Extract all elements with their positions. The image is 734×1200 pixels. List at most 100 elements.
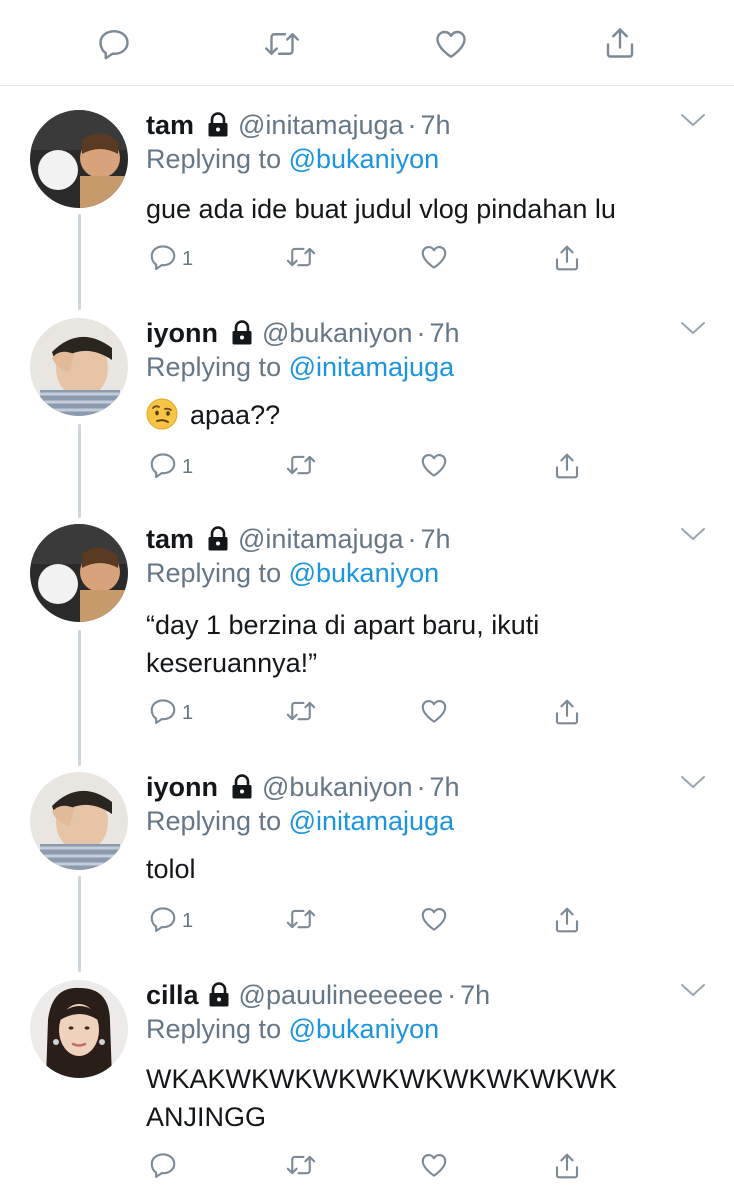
share-button[interactable] — [552, 450, 582, 487]
retweet-button[interactable] — [284, 450, 318, 485]
avatar[interactable] — [30, 772, 128, 870]
retweet-button[interactable] — [284, 696, 318, 731]
tweet-text-line: WKAKWKWKWKWKWKWKWKWKWK — [146, 1064, 617, 1094]
share-button[interactable] — [552, 904, 582, 941]
reply-count: 1 — [182, 702, 194, 724]
reply-icon — [148, 904, 178, 939]
tweet-text: gue ada ide buat judul vlog pindahan lu — [146, 190, 686, 228]
reply-tweet[interactable]: iyonn @bukaniyon · 7h Replying to @inita… — [0, 770, 734, 970]
tweet-text-line: tolol — [146, 854, 196, 884]
display-name[interactable]: iyonn — [146, 772, 218, 803]
mention-link[interactable]: @bukaniyon — [289, 558, 440, 588]
tweet-text-content: apaa?? — [190, 400, 281, 430]
reply-tweet[interactable]: iyonn @bukaniyon · 7h Replying to @inita… — [0, 316, 734, 516]
reply-tweet[interactable]: tam @initamajuga · 7h Replying to @bukan… — [0, 108, 734, 308]
reply-count: 1 — [182, 910, 194, 932]
like-button[interactable] — [418, 1150, 450, 1185]
share-button[interactable] — [552, 696, 582, 733]
replying-to: Replying to @initamajuga — [146, 806, 454, 837]
reply-button[interactable]: 1 — [148, 450, 193, 485]
replying-to: Replying to @initamajuga — [146, 352, 454, 383]
reply-count: 1 — [182, 248, 194, 270]
retweet-icon — [284, 1150, 318, 1185]
share-button[interactable] — [552, 1150, 582, 1187]
chevron-down-icon[interactable] — [680, 526, 706, 547]
reply-icon — [148, 696, 178, 731]
display-name[interactable]: tam — [146, 524, 194, 555]
share-icon — [552, 696, 582, 733]
like-button[interactable] — [418, 450, 450, 485]
like-button[interactable] — [418, 904, 450, 939]
mention-link[interactable]: @initamajuga — [289, 806, 455, 836]
user-handle[interactable]: @initamajuga — [238, 524, 404, 555]
reply-tweet[interactable]: tam @initamajuga · 7h Replying to @bukan… — [0, 522, 734, 762]
avatar[interactable] — [30, 524, 128, 622]
tweet-text-line: ANJINGG — [146, 1102, 267, 1132]
timestamp[interactable]: 7h — [430, 318, 460, 349]
reply-button[interactable]: 1 — [148, 904, 193, 939]
display-name[interactable]: tam — [146, 110, 194, 141]
retweet-button[interactable] — [284, 1150, 318, 1185]
reply-icon — [148, 1150, 178, 1185]
reply-button[interactable]: 1 — [148, 696, 193, 731]
share-icon — [552, 1150, 582, 1187]
like-icon — [418, 450, 450, 485]
user-handle[interactable]: @initamajuga — [238, 110, 404, 141]
mention-link[interactable]: @bukaniyon — [289, 144, 440, 174]
lock-icon — [230, 320, 254, 346]
timestamp[interactable]: 7h — [430, 772, 460, 803]
timestamp[interactable]: 7h — [421, 524, 451, 555]
chevron-down-icon[interactable] — [680, 774, 706, 795]
tweet-text-line: “day 1 berzina di apart baru, ikuti — [146, 610, 540, 640]
like-icon[interactable] — [432, 26, 470, 62]
replying-label: Replying to — [146, 558, 282, 588]
timestamp[interactable]: 7h — [421, 110, 451, 141]
like-button[interactable] — [418, 242, 450, 277]
display-name[interactable]: iyonn — [146, 318, 218, 349]
retweet-button[interactable] — [284, 904, 318, 939]
share-button[interactable] — [552, 242, 582, 279]
tweet-text: apaa?? — [146, 396, 686, 434]
tweet-header: iyonn @bukaniyon · 7h — [146, 770, 460, 804]
tweet-text-line: keseruannya!” — [146, 648, 318, 678]
reply-tweet[interactable]: cilla @pauulineeeeee · 7h Replying to @b… — [0, 978, 734, 1200]
separator-dot: · — [447, 979, 457, 1010]
user-handle[interactable]: @pauulineeeeee — [239, 980, 444, 1011]
mention-link[interactable]: @initamajuga — [289, 352, 455, 382]
tweet-header: iyonn @bukaniyon · 7h — [146, 316, 460, 350]
reply-button[interactable]: 1 — [148, 242, 193, 277]
tweet-actions — [146, 1150, 606, 1184]
like-icon — [418, 1150, 450, 1185]
reply-icon — [148, 242, 178, 277]
retweet-icon[interactable] — [262, 26, 302, 62]
avatar[interactable] — [30, 110, 128, 208]
avatar[interactable] — [30, 318, 128, 416]
display-name[interactable]: cilla — [146, 980, 199, 1011]
reply-count: 1 — [182, 456, 194, 478]
chevron-down-icon[interactable] — [680, 320, 706, 341]
replying-label: Replying to — [146, 806, 282, 836]
chevron-down-icon[interactable] — [680, 982, 706, 1003]
retweet-button[interactable] — [284, 242, 318, 277]
tweet-text: “day 1 berzina di apart baru, ikuti kese… — [146, 606, 686, 682]
share-icon[interactable] — [602, 24, 638, 62]
reply-button[interactable] — [148, 1150, 182, 1185]
retweet-icon — [284, 696, 318, 731]
mention-link[interactable]: @bukaniyon — [289, 1014, 440, 1044]
tweet-actions: 1 — [146, 696, 606, 730]
tweet-actions: 1 — [146, 904, 606, 938]
tweet-text: tolol — [146, 850, 686, 888]
user-handle[interactable]: @bukaniyon — [262, 318, 413, 349]
chevron-down-icon[interactable] — [680, 112, 706, 133]
like-button[interactable] — [418, 696, 450, 731]
like-icon — [418, 904, 450, 939]
retweet-icon — [284, 242, 318, 277]
user-handle[interactable]: @bukaniyon — [262, 772, 413, 803]
retweet-icon — [284, 904, 318, 939]
replying-to: Replying to @bukaniyon — [146, 1014, 439, 1045]
reply-icon[interactable] — [96, 26, 132, 62]
tweet-actions: 1 — [146, 450, 606, 484]
raised-eyebrow-emoji — [146, 398, 178, 430]
avatar[interactable] — [30, 980, 128, 1078]
timestamp[interactable]: 7h — [460, 980, 490, 1011]
